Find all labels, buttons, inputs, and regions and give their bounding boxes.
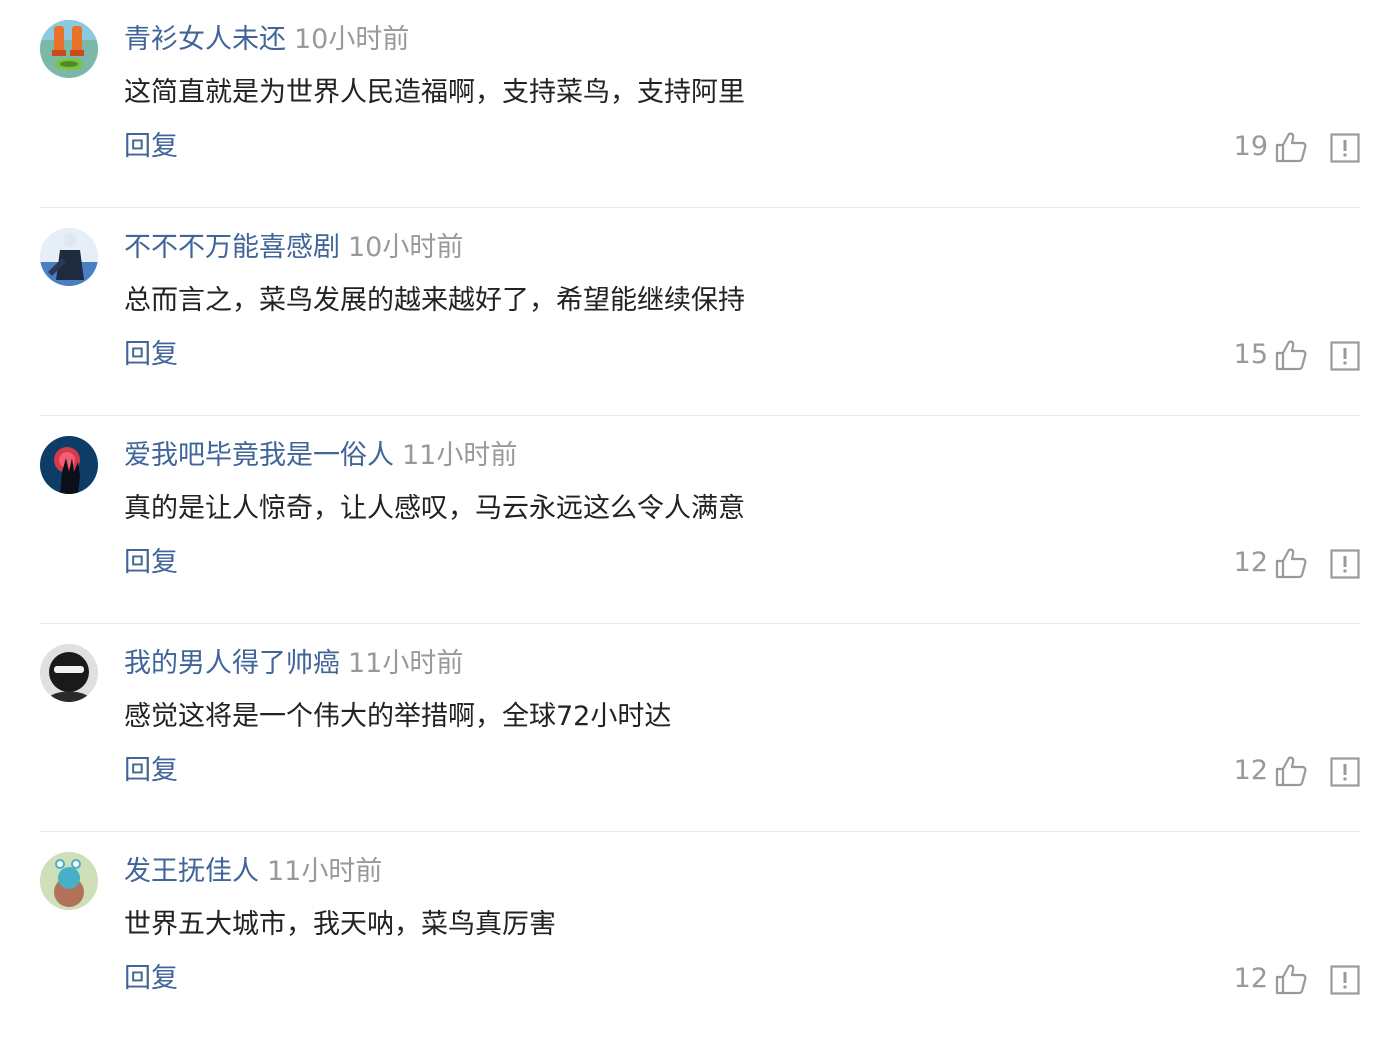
avatar[interactable] — [40, 644, 98, 702]
thumbs-up-icon[interactable] — [1274, 754, 1308, 788]
reply-button[interactable]: 回复 — [124, 545, 178, 581]
comment-text: 感觉这将是一个伟大的举措啊，全球72小时达 — [124, 701, 672, 732]
comment-header: 青衫女人未还 10小时前 — [124, 22, 409, 58]
report-icon[interactable] — [1330, 965, 1360, 995]
reply-button[interactable]: 回复 — [124, 337, 178, 373]
report-icon[interactable] — [1330, 549, 1360, 579]
thumbs-up-icon[interactable] — [1274, 546, 1308, 580]
username-link[interactable]: 爱我吧毕竟我是一俗人 — [124, 440, 394, 471]
comment-text: 这简直就是为世界人民造福啊，支持菜鸟，支持阿里 — [124, 77, 745, 108]
like-count: 15 — [1233, 339, 1268, 370]
like-count: 12 — [1233, 547, 1268, 578]
thumbs-up-icon[interactable] — [1274, 338, 1308, 372]
comment-text: 总而言之，菜鸟发展的越来越好了，希望能继续保持 — [124, 285, 745, 316]
comment-time: 11小时前 — [267, 856, 383, 887]
avatar[interactable] — [40, 852, 98, 910]
username-link[interactable]: 不不不万能喜感剧 — [124, 232, 340, 263]
like-count: 12 — [1233, 755, 1268, 786]
blue-figure-avatar-icon — [40, 228, 98, 286]
comment-header: 我的男人得了帅癌 11小时前 — [124, 646, 463, 682]
comment-text: 世界五大城市，我天呐，菜鸟真厉害 — [124, 909, 556, 940]
comment-item: 不不不万能喜感剧 10小时前 总而言之，菜鸟发展的越来越好了，希望能继续保持 回复… — [0, 208, 1376, 416]
comment-list: 青衫女人未还 10小时前 这简直就是为世界人民造福啊，支持菜鸟，支持阿里 回复 1… — [0, 0, 1376, 1040]
username-link[interactable]: 青衫女人未还 — [124, 24, 286, 55]
thumbs-up-icon[interactable] — [1274, 130, 1308, 164]
comment-time: 10小时前 — [294, 24, 410, 55]
masked-person-avatar-icon — [40, 644, 98, 702]
avatar[interactable] — [40, 20, 98, 78]
comment-text: 真的是让人惊奇，让人感叹，马云永远这么令人满意 — [124, 493, 745, 524]
report-icon[interactable] — [1330, 757, 1360, 787]
avatar[interactable] — [40, 228, 98, 286]
username-link[interactable]: 发王抚佳人 — [124, 856, 259, 887]
comment-item: 发王抚佳人 11小时前 世界五大城市，我天呐，菜鸟真厉害 回复 12 — [0, 832, 1376, 1040]
comment-item: 爱我吧毕竟我是一俗人 11小时前 真的是让人惊奇，让人感叹，马云永远这么令人满意 … — [0, 416, 1376, 624]
avatar[interactable] — [40, 436, 98, 494]
comment-header: 发王抚佳人 11小时前 — [124, 854, 382, 890]
username-link[interactable]: 我的男人得了帅癌 — [124, 648, 340, 679]
reply-button[interactable]: 回复 — [124, 129, 178, 165]
thumbs-up-icon[interactable] — [1274, 962, 1308, 996]
comment-item: 我的男人得了帅癌 11小时前 感觉这将是一个伟大的举措啊，全球72小时达 回复 1… — [0, 624, 1376, 832]
comment-item: 青衫女人未还 10小时前 这简直就是为世界人民造福啊，支持菜鸟，支持阿里 回复 1… — [0, 0, 1376, 208]
like-count: 19 — [1233, 131, 1268, 162]
comment-time: 11小时前 — [348, 648, 464, 679]
comment-header: 爱我吧毕竟我是一俗人 11小时前 — [124, 438, 517, 474]
like-count: 12 — [1233, 963, 1268, 994]
comment-time: 11小时前 — [402, 440, 518, 471]
cartoon-character-avatar-icon — [40, 852, 98, 910]
report-icon[interactable] — [1330, 341, 1360, 371]
comment-time: 10小时前 — [348, 232, 464, 263]
reply-button[interactable]: 回复 — [124, 961, 178, 997]
report-icon[interactable] — [1330, 133, 1360, 163]
comment-header: 不不不万能喜感剧 10小时前 — [124, 230, 463, 266]
reply-button[interactable]: 回复 — [124, 753, 178, 789]
cartoon-avatar-icon — [40, 20, 98, 78]
red-hand-avatar-icon — [40, 436, 98, 494]
